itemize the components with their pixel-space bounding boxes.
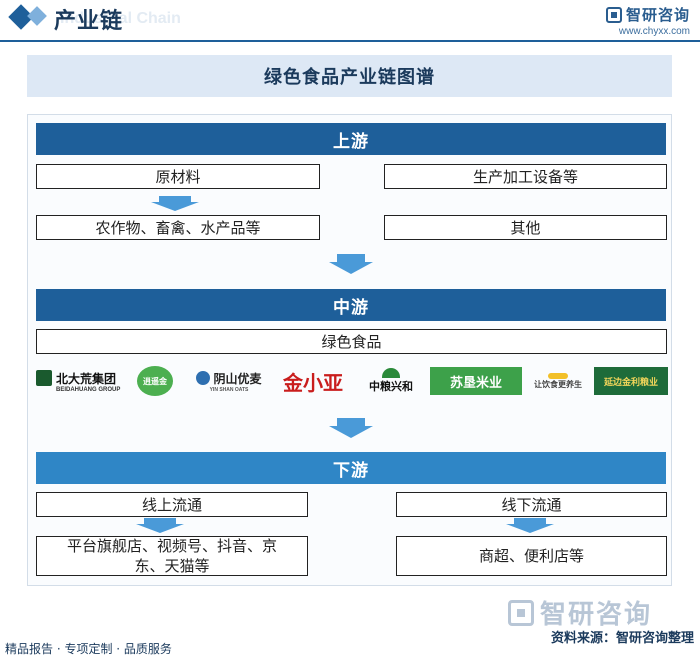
online-box: 线上流通 [36, 492, 308, 517]
logo-zhongliang: 中粮兴和 [356, 362, 426, 400]
brand-logo-icon [508, 599, 534, 626]
section-upstream: 上游 [36, 123, 666, 155]
section-downstream: 下游 [36, 452, 666, 484]
logo-yangsheng: 让饮食更养生 [526, 362, 590, 400]
logo-yinshan: 阴山优麦 YIN SHAN OATS [186, 362, 272, 400]
page-header: Industrial Chain 产业链 智研咨询 www.chyxx.com [0, 0, 700, 40]
footer-watermark-brand: 智研咨询 [508, 594, 652, 631]
logo-jinxiaoya: 金小亚 [283, 370, 343, 395]
others-box: 其他 [384, 215, 667, 240]
logo-suken: 苏垦米业 [430, 362, 522, 400]
brand-logo-icon [605, 6, 622, 23]
diamond-icon [27, 6, 47, 26]
equipment-box: 生产加工设备等 [384, 164, 667, 189]
brand-name: 智研咨询 [625, 6, 690, 24]
crops-box: 农作物、畜禽、水产品等 [36, 215, 320, 240]
brand-block: 智研咨询 www.chyxx.com [605, 4, 690, 37]
section-midstream: 中游 [36, 289, 666, 321]
logo-xiaoyaojin: 逍遥金 [136, 362, 174, 400]
logo-beidahuang: 北大荒集团 BEIDAHUANG GROUP [36, 362, 128, 400]
green-food-box: 绿色食品 [36, 329, 667, 354]
source-note: 资料来源：智研咨询整理 [550, 631, 694, 646]
footer-tagline: 精品报告 · 专项定制 · 品质服务 [5, 642, 172, 656]
offline-box: 线下流通 [396, 492, 667, 517]
offline-detail-box: 商超、便利店等 [396, 536, 667, 576]
logo-yanbian: 延边金利粮业 [594, 362, 668, 400]
raw-materials-box: 原材料 [36, 164, 320, 189]
brand-url[interactable]: www.chyxx.com [606, 26, 690, 37]
diagram-title: 绿色食品产业链图谱 [264, 67, 435, 88]
header-divider [0, 40, 700, 42]
online-detail-box: 平台旗舰店、视频号、抖音、京东、天猫等 [36, 536, 308, 576]
diagram-title-band: 绿色食品产业链图谱 [27, 55, 672, 97]
company-logos: 北大荒集团 BEIDAHUANG GROUP 逍遥金 阴山优麦 YIN SHAN… [36, 362, 668, 400]
page-title: 产业链 [54, 9, 124, 34]
